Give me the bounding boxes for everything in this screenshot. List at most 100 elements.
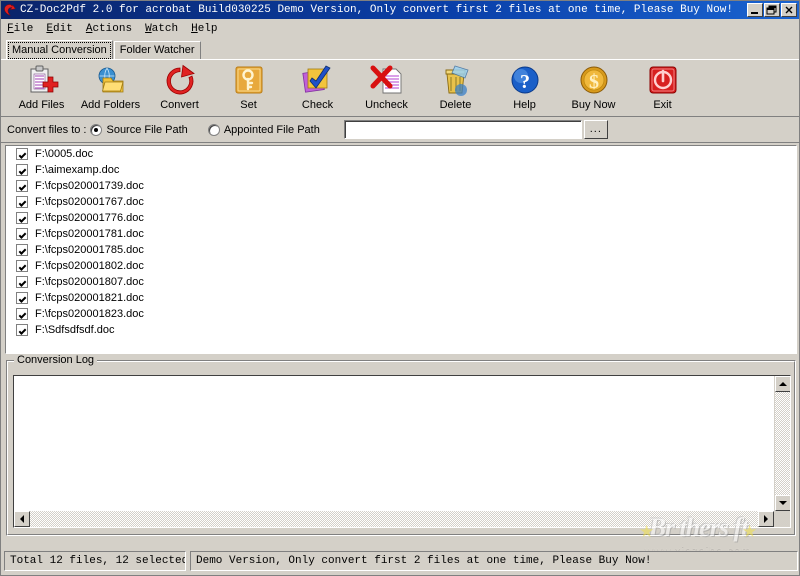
key-settings-icon — [232, 64, 266, 98]
file-name: F:\fcps020001823.doc — [35, 308, 144, 320]
file-name: F:\fcps020001781.doc — [35, 228, 144, 240]
log-vertical-scrollbar[interactable] — [774, 376, 790, 511]
file-checkbox[interactable] — [16, 212, 28, 224]
convert-icon — [163, 64, 197, 98]
chevron-up-icon — [779, 382, 787, 386]
scroll-left-button[interactable] — [14, 511, 30, 527]
file-checkbox[interactable] — [16, 180, 28, 192]
tab-folder-watcher[interactable]: Folder Watcher — [113, 41, 201, 59]
menu-item-actions[interactable]: Actions — [86, 23, 132, 35]
list-item[interactable]: F:\fcps020001739.doc — [6, 178, 796, 194]
log-horizontal-scrollbar[interactable] — [14, 511, 774, 527]
add-folders-icon — [94, 64, 128, 98]
toolbar-button-delete[interactable]: Delete — [421, 60, 490, 116]
toolbar-label-uncheck: Uncheck — [365, 99, 408, 111]
scroll-down-button[interactable] — [775, 495, 790, 511]
restore-button[interactable] — [764, 3, 780, 17]
minimize-button[interactable] — [747, 3, 763, 17]
list-item[interactable]: F:\fcps020001802.doc — [6, 258, 796, 274]
conversion-log-legend: Conversion Log — [14, 354, 98, 366]
file-name: F:\fcps020001821.doc — [35, 292, 144, 304]
appointed-path-input[interactable] — [343, 120, 582, 139]
list-item[interactable]: F:\fcps020001767.doc — [6, 194, 796, 210]
radio-appointed-file-path-indicator[interactable] — [207, 123, 220, 136]
list-item[interactable]: F:\fcps020001776.doc — [6, 210, 796, 226]
toolbar-button-buy-now[interactable]: $ Buy Now — [559, 60, 628, 116]
file-checkbox[interactable] — [16, 308, 28, 320]
list-item[interactable]: F:\fcps020001823.doc — [6, 306, 796, 322]
toolbar-button-check[interactable]: Check — [283, 60, 352, 116]
toolbar-label-exit: Exit — [653, 99, 672, 111]
toolbar-label-add-folders: Add Folders — [80, 99, 141, 111]
list-item[interactable]: F:\aimexamp.doc — [6, 162, 796, 178]
toolbar-label-check: Check — [301, 99, 334, 111]
menu-item-edit[interactable]: Edit — [46, 23, 72, 35]
file-list[interactable]: F:\0005.doc F:\aimexamp.doc F:\fcps02000… — [5, 145, 797, 354]
file-name: F:\fcps020001739.doc — [35, 180, 144, 192]
toolbar-label-help: Help — [513, 99, 536, 111]
toolbar-button-set[interactable]: Set — [214, 60, 283, 116]
uncheck-icon — [370, 64, 404, 98]
toolbar-button-convert[interactable]: Convert — [145, 60, 214, 116]
delete-trash-icon — [439, 64, 473, 98]
file-checkbox[interactable] — [16, 196, 28, 208]
file-name: F:\fcps020001767.doc — [35, 196, 144, 208]
list-item[interactable]: F:\fcps020001785.doc — [6, 242, 796, 258]
file-name: F:\0005.doc — [35, 148, 94, 160]
status-demo-message: Demo Version, Only convert first 2 files… — [190, 551, 798, 571]
tab-folder-watcher-label: Folder Watcher — [119, 44, 195, 56]
status-file-count: Total 12 files, 12 selected — [4, 551, 186, 571]
help-question-icon: ? — [508, 64, 542, 98]
tab-manual-conversion-label: Manual Conversion — [12, 44, 107, 56]
toolbar-button-uncheck[interactable]: Uncheck — [352, 60, 421, 116]
menu-help-mnemonic: H — [191, 22, 198, 35]
menu-bar: File Edit Actions Watch Help — [1, 19, 799, 39]
title-bar: CZ-Doc2Pdf 2.0 for acrobat Build030225 D… — [1, 1, 799, 19]
list-item[interactable]: F:\fcps020001821.doc — [6, 290, 796, 306]
file-checkbox[interactable] — [16, 148, 28, 160]
list-item[interactable]: F:\Sdfsdfsdf.doc — [6, 322, 796, 338]
file-checkbox[interactable] — [16, 276, 28, 288]
file-checkbox[interactable] — [16, 260, 28, 272]
menu-actions-rest: ctions — [92, 22, 133, 35]
list-item[interactable]: F:\fcps020001781.doc — [6, 226, 796, 242]
file-name: F:\Sdfsdfsdf.doc — [35, 324, 115, 336]
radio-appointed-file-path[interactable]: Appointed File Path — [207, 123, 320, 136]
browse-path-button[interactable]: ... — [583, 120, 608, 139]
chevron-left-icon — [20, 515, 24, 523]
tab-manual-conversion[interactable]: Manual Conversion — [6, 40, 113, 59]
file-checkbox[interactable] — [16, 324, 28, 336]
file-name: F:\fcps020001776.doc — [35, 212, 144, 224]
file-checkbox[interactable] — [16, 292, 28, 304]
conversion-log-textarea[interactable] — [13, 375, 791, 528]
radio-source-file-path-indicator[interactable] — [90, 123, 103, 136]
file-name: F:\fcps020001807.doc — [35, 276, 144, 288]
list-item[interactable]: F:\0005.doc — [6, 146, 796, 162]
toolbar-button-add-folders[interactable]: Add Folders — [76, 60, 145, 116]
toolbar-button-exit[interactable]: Exit — [628, 60, 697, 116]
application-window: CZ-Doc2Pdf 2.0 for acrobat Build030225 D… — [0, 0, 800, 576]
toolbar-button-add-files[interactable]: Add Files — [7, 60, 76, 116]
scroll-up-button[interactable] — [775, 376, 790, 392]
menu-item-watch[interactable]: Watch — [145, 23, 178, 35]
main-toolbar: Add Files Add Folders Convert Set Check … — [1, 59, 799, 117]
menu-file-mnemonic: F — [7, 22, 14, 35]
toolbar-button-help[interactable]: ? Help — [490, 60, 559, 116]
file-checkbox[interactable] — [16, 228, 28, 240]
dollar-coin-icon: $ — [577, 64, 611, 98]
file-name: F:\aimexamp.doc — [35, 164, 120, 176]
radio-source-file-path[interactable]: Source File Path — [90, 123, 188, 136]
scroll-right-button[interactable] — [758, 511, 774, 527]
toolbar-label-buy-now: Buy Now — [571, 99, 616, 111]
radio-source-file-path-label: Source File Path — [106, 123, 188, 136]
file-checkbox[interactable] — [16, 244, 28, 256]
menu-item-help[interactable]: Help — [191, 23, 217, 35]
menu-file-rest: ile — [13, 22, 34, 35]
chevron-down-icon — [779, 501, 787, 505]
window-title: CZ-Doc2Pdf 2.0 for acrobat Build030225 D… — [20, 4, 733, 16]
menu-item-file[interactable]: File — [7, 23, 33, 35]
list-item[interactable]: F:\fcps020001807.doc — [6, 274, 796, 290]
close-button[interactable] — [781, 3, 797, 17]
file-name: F:\fcps020001802.doc — [35, 260, 144, 272]
file-checkbox[interactable] — [16, 164, 28, 176]
